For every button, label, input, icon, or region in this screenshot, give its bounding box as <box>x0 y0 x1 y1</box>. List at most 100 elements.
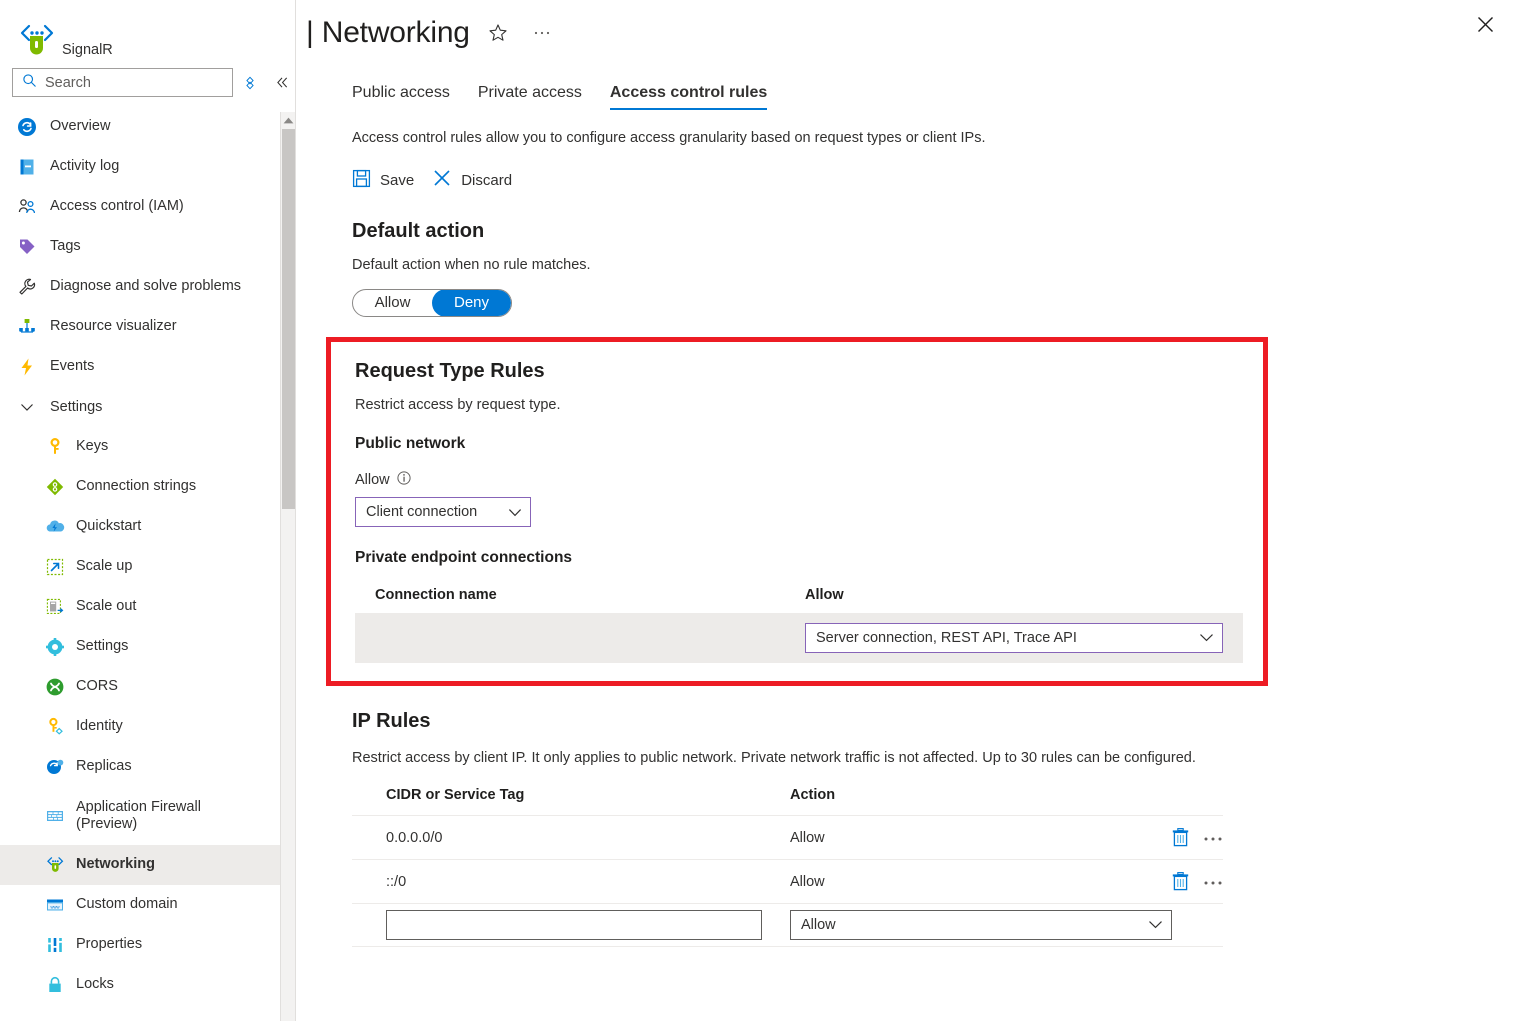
custom-domain-icon: www <box>44 894 66 916</box>
sidebar-item-properties[interactable]: Properties <box>0 925 296 965</box>
row-actions <box>1172 828 1223 847</box>
sidebar-item-quickstart[interactable]: Quickstart <box>0 507 296 547</box>
trash-icon[interactable] <box>1172 828 1189 847</box>
column-cidr: CIDR or Service Tag <box>352 781 762 816</box>
sidebar: SignalR <box>0 0 296 1021</box>
search-input[interactable] <box>43 74 223 92</box>
sidebar-item-custom-domain[interactable]: www Custom domain <box>0 885 296 925</box>
keys-icon <box>44 436 66 458</box>
sidebar-group-label: Settings <box>50 399 102 415</box>
command-bar: Save Discard <box>352 168 1512 192</box>
sidebar-item-replicas[interactable]: Replicas <box>0 747 296 787</box>
sidebar-item-label: Application Firewall (Preview) <box>76 799 256 834</box>
cell-action: Allow <box>762 860 1172 904</box>
tab-access-control-rules[interactable]: Access control rules <box>596 84 781 110</box>
sidebar-item-label: Replicas <box>76 758 132 775</box>
scrollbar-thumb[interactable] <box>282 129 296 509</box>
sidebar-item-label: Activity log <box>50 158 119 175</box>
table-row: Server connection, REST API, Trace API <box>355 613 1243 663</box>
main-panel: | Networking Public access Private acces… <box>296 0 1536 1021</box>
tab-private-access[interactable]: Private access <box>464 84 596 110</box>
new-cidr-input[interactable] <box>386 910 762 940</box>
request-type-rules-section: Request Type Rules Restrict access by re… <box>326 337 1268 686</box>
trash-icon[interactable] <box>1172 872 1189 891</box>
sidebar-item-keys[interactable]: Keys <box>0 427 296 467</box>
sidebar-item-connection-strings[interactable]: Connection strings <box>0 467 296 507</box>
ellipsis-icon[interactable] <box>1203 833 1223 843</box>
sidebar-item-label: Scale up <box>76 558 132 575</box>
column-allow: Allow <box>785 579 1243 613</box>
brand-name: SignalR <box>62 42 113 62</box>
sidebar-group-settings[interactable]: Settings <box>0 387 296 427</box>
search-box[interactable] <box>12 68 233 97</box>
resource-visualizer-icon <box>16 316 38 338</box>
diagnose-icon <box>16 276 38 298</box>
ip-rules-subtitle: Restrict access by client IP. It only ap… <box>352 747 1214 769</box>
cell-new-cidr <box>352 904 762 947</box>
sidebar-item-activity-log[interactable]: Activity log <box>0 147 296 187</box>
sidebar-item-application-firewall[interactable]: Application Firewall (Preview) <box>0 787 296 845</box>
default-action-allow-option[interactable]: Allow <box>353 289 432 317</box>
ellipsis-icon[interactable] <box>1203 877 1223 887</box>
row-actions <box>1172 872 1223 891</box>
default-action-toggle[interactable]: Allow Deny <box>352 289 512 317</box>
sidebar-item-scale-out[interactable]: Scale out <box>0 587 296 627</box>
sidebar-item-tags[interactable]: Tags <box>0 227 296 267</box>
default-action-deny-option[interactable]: Deny <box>432 289 511 317</box>
tags-icon <box>16 236 38 258</box>
sidebar-item-label: Events <box>50 358 94 375</box>
sidebar-item-settings[interactable]: Settings <box>0 627 296 667</box>
sidebar-item-access-control[interactable]: Access control (IAM) <box>0 187 296 227</box>
sidebar-item-networking[interactable]: Networking <box>0 845 296 885</box>
chevron-down-icon <box>16 396 38 418</box>
request-type-rules-title: Request Type Rules <box>355 360 1243 383</box>
info-icon[interactable] <box>397 471 411 489</box>
star-icon[interactable] <box>482 17 514 49</box>
save-label: Save <box>380 172 414 189</box>
sidebar-item-overview[interactable]: Overview <box>0 107 296 147</box>
sidebar-item-identity[interactable]: Identity <box>0 707 296 747</box>
sidebar-item-cors[interactable]: CORS <box>0 667 296 707</box>
pin-icon[interactable] <box>237 69 264 97</box>
cell-new-action: Allow <box>762 904 1172 947</box>
sidebar-item-diagnose[interactable]: Diagnose and solve problems <box>0 267 296 307</box>
brand: SignalR <box>0 0 296 62</box>
public-network-allow-value: Client connection <box>366 504 477 520</box>
public-network-heading: Public network <box>355 435 1243 453</box>
sidebar-item-label: Diagnose and solve problems <box>50 278 241 295</box>
new-action-dropdown[interactable]: Allow <box>790 910 1172 940</box>
discard-label: Discard <box>461 172 512 189</box>
cell-new-row-actions <box>1172 904 1223 947</box>
public-network-allow-dropdown[interactable]: Client connection <box>355 497 531 527</box>
sidebar-item-label: Quickstart <box>76 518 141 535</box>
discard-x-icon <box>432 168 452 192</box>
settings-gear-icon <box>44 636 66 658</box>
public-network-allow-label-row: Allow <box>355 471 1243 489</box>
close-icon[interactable] <box>1471 10 1499 38</box>
collapse-chevrons-icon[interactable] <box>269 69 296 97</box>
save-button[interactable]: Save <box>352 169 414 192</box>
properties-icon <box>44 934 66 956</box>
events-icon <box>16 356 38 378</box>
tab-public-access[interactable]: Public access <box>352 84 464 110</box>
sidebar-item-events[interactable]: Events <box>0 347 296 387</box>
access-control-icon <box>16 196 38 218</box>
private-endpoint-allow-value: Server connection, REST API, Trace API <box>816 630 1077 646</box>
default-action-title: Default action <box>352 220 1512 243</box>
private-endpoint-allow-dropdown[interactable]: Server connection, REST API, Trace API <box>805 623 1223 653</box>
discard-button[interactable]: Discard <box>432 168 512 192</box>
cors-icon <box>44 676 66 698</box>
sidebar-item-locks[interactable]: Locks <box>0 965 296 1005</box>
replicas-icon <box>44 756 66 778</box>
ip-rules-table: CIDR or Service Tag Action 0.0.0.0/0 All… <box>352 781 1223 947</box>
chevron-down-icon <box>508 508 522 517</box>
sidebar-item-label: Identity <box>76 718 123 735</box>
scroll-up-arrow-icon[interactable] <box>281 112 296 129</box>
table-row-new: Allow <box>352 904 1223 947</box>
sidebar-item-resource-visualizer[interactable]: Resource visualizer <box>0 307 296 347</box>
nav-list: Overview Activity log <box>0 107 296 1007</box>
ellipsis-icon[interactable] <box>526 17 558 49</box>
sidebar-scrollbar[interactable] <box>280 112 296 1021</box>
sidebar-item-scale-up[interactable]: Scale up <box>0 547 296 587</box>
activity-log-icon <box>16 156 38 178</box>
